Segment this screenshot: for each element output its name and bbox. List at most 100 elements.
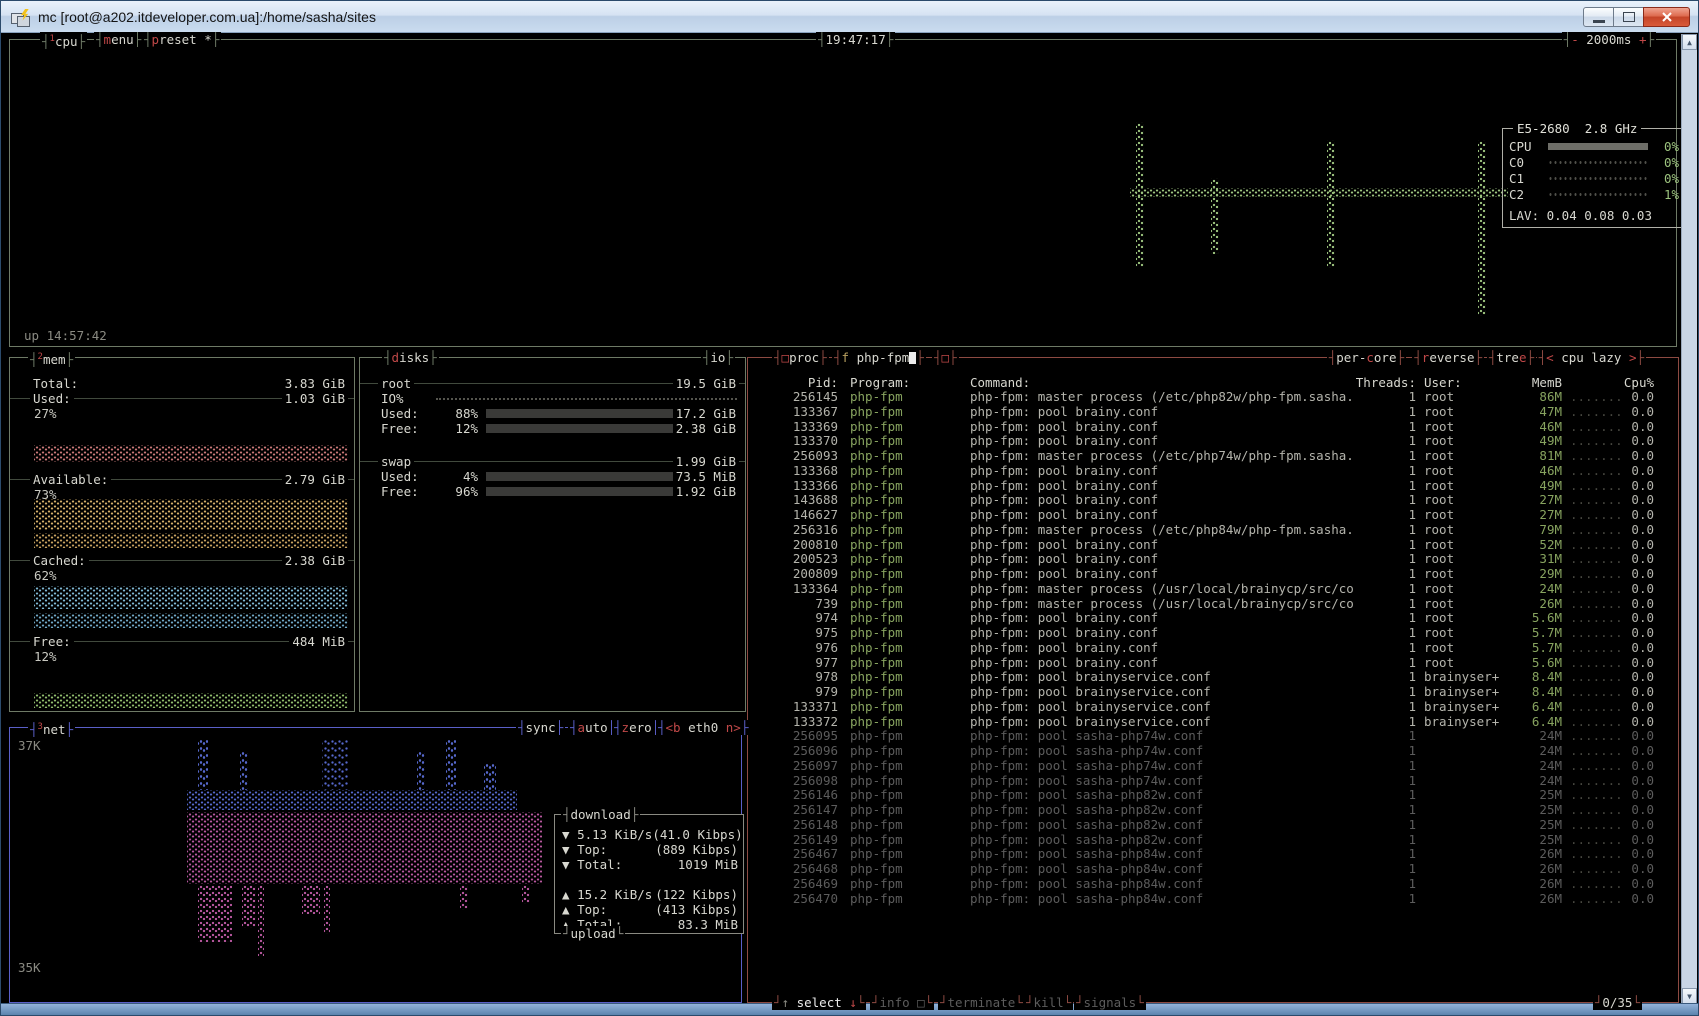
- per-core-toggle[interactable]: per-core: [1327, 350, 1406, 365]
- scroll-down-button[interactable]: ▼: [1682, 988, 1697, 1004]
- disk-root-size: 19.5 GiB: [673, 376, 739, 391]
- refresh-rate-control[interactable]: - 2000ms +: [1562, 32, 1656, 47]
- table-row[interactable]: 200810php-fpmphp-fpm: pool brainy.conf1r…: [754, 538, 1672, 553]
- cpu-graph-spike: [1136, 122, 1144, 267]
- table-row[interactable]: 978php-fpmphp-fpm: pool brainyservice.co…: [754, 670, 1672, 685]
- table-row[interactable]: 143688php-fpmphp-fpm: pool brainy.conf1r…: [754, 493, 1672, 508]
- table-row[interactable]: 133364php-fpmphp-fpm: master process (/u…: [754, 582, 1672, 597]
- putty-window: mc [root@a202.itdeveloper.com.ua]:/home/…: [0, 0, 1699, 1016]
- tab-disks[interactable]: disks: [382, 350, 439, 365]
- tab-io[interactable]: io: [701, 350, 735, 365]
- preset-button[interactable]: preset *: [142, 32, 221, 47]
- table-row[interactable]: 256097php-fpmphp-fpm: pool sasha-php74w.…: [754, 759, 1672, 774]
- down-arrow-icon: ▼: [1687, 992, 1692, 1001]
- table-row[interactable]: 133370php-fpmphp-fpm: pool brainy.conf1r…: [754, 434, 1672, 449]
- sort-selector[interactable]: < cpu lazy >: [1537, 350, 1646, 365]
- table-row[interactable]: 133368php-fpmphp-fpm: pool brainy.conf1r…: [754, 464, 1672, 479]
- title-bar[interactable]: mc [root@a202.itdeveloper.com.ua]:/home/…: [1, 1, 1698, 33]
- disk-swap-name: swap: [378, 454, 414, 469]
- reverse-toggle[interactable]: reverse: [1412, 350, 1484, 365]
- disk-swap-free-bar: [486, 487, 684, 496]
- table-row[interactable]: 739php-fpmphp-fpm: master process (/usr/…: [754, 597, 1672, 612]
- close-button[interactable]: [1643, 7, 1690, 27]
- scroll-up-button[interactable]: ▲: [1682, 34, 1697, 50]
- disk-swap-free-pct: 96%: [432, 484, 478, 499]
- terminal-area: 1cpu menu preset * 19:47:17 - 2000ms + E…: [2, 34, 1681, 1004]
- maximize-icon: [1623, 12, 1635, 22]
- table-row[interactable]: 146627php-fpmphp-fpm: pool brainy.conf1r…: [754, 508, 1672, 523]
- signals-action[interactable]: signals: [1074, 995, 1146, 1010]
- table-row[interactable]: 256093php-fpmphp-fpm: master process (/e…: [754, 449, 1672, 464]
- putty-icon: [11, 9, 31, 25]
- disk-root-free-value: 2.38 GiB: [673, 421, 739, 436]
- mem-cached-value: 2.38 GiB: [282, 553, 348, 568]
- table-row[interactable]: 256148php-fpmphp-fpm: pool sasha-php82w.…: [754, 818, 1672, 833]
- process-panel: □proc f php-fpm □ per-core reverse tree …: [747, 357, 1679, 1003]
- rate-decrease-button[interactable]: -: [1571, 32, 1579, 47]
- disk-root-used-bar: [486, 409, 684, 418]
- table-row[interactable]: 256096php-fpmphp-fpm: pool sasha-php74w.…: [754, 744, 1672, 759]
- table-row[interactable]: 975php-fpmphp-fpm: pool brainy.conf1root…: [754, 626, 1672, 641]
- table-row[interactable]: 256147php-fpmphp-fpm: pool sasha-php82w.…: [754, 803, 1672, 818]
- checkbox-icon[interactable]: □: [932, 350, 959, 365]
- tab-mem[interactable]: 2mem: [28, 350, 75, 367]
- table-row[interactable]: 976php-fpmphp-fpm: pool brainy.conf1root…: [754, 641, 1672, 656]
- disk-swap-used-bar: [486, 472, 684, 481]
- table-row[interactable]: 256470php-fpmphp-fpm: pool sasha-php84w.…: [754, 892, 1672, 907]
- tab-net[interactable]: 3net: [28, 720, 75, 737]
- disk-root-free-pct: 12%: [432, 421, 478, 436]
- core1-bar: [1548, 175, 1648, 182]
- disk-root-used-value: 17.2 GiB: [673, 406, 739, 421]
- table-row[interactable]: 256467php-fpmphp-fpm: pool sasha-php84w.…: [754, 847, 1672, 862]
- menu-button[interactable]: menu: [94, 32, 143, 47]
- disk-root-io-graph: [436, 398, 737, 400]
- table-row[interactable]: 256146php-fpmphp-fpm: pool sasha-php82w.…: [754, 788, 1672, 803]
- info-action[interactable]: info □: [870, 995, 934, 1010]
- process-table-header: Pid: Program: Command: Threads: User: Me…: [754, 375, 1672, 390]
- maximize-button[interactable]: [1613, 7, 1644, 27]
- table-row[interactable]: 200809php-fpmphp-fpm: pool brainy.conf1r…: [754, 567, 1672, 582]
- table-row[interactable]: 974php-fpmphp-fpm: pool brainy.conf1root…: [754, 611, 1672, 626]
- table-row[interactable]: 256468php-fpmphp-fpm: pool sasha-php84w.…: [754, 862, 1672, 877]
- table-row[interactable]: 200523php-fpmphp-fpm: pool brainy.conf1r…: [754, 552, 1672, 567]
- net-zero-toggle[interactable]: zero: [612, 720, 661, 735]
- table-row[interactable]: 256145php-fpmphp-fpm: master process (/e…: [754, 390, 1672, 405]
- down-arrow-icon: ↓: [849, 995, 857, 1010]
- table-row[interactable]: 977php-fpmphp-fpm: pool brainy.conf1root…: [754, 656, 1672, 671]
- table-row[interactable]: 256098php-fpmphp-fpm: pool sasha-php74w.…: [754, 774, 1672, 789]
- vertical-scrollbar[interactable]: ▲ ▼: [1681, 34, 1697, 1004]
- table-row[interactable]: 133372php-fpmphp-fpm: pool brainyservice…: [754, 715, 1672, 730]
- table-row[interactable]: 133371php-fpmphp-fpm: pool brainyservice…: [754, 700, 1672, 715]
- net-download-graph: [187, 790, 517, 810]
- process-filter-input[interactable]: f php-fpm: [832, 350, 926, 365]
- table-row[interactable]: 133367php-fpmphp-fpm: pool brainy.conf1r…: [754, 405, 1672, 420]
- tab-proc[interactable]: □proc: [772, 350, 829, 365]
- net-sync-toggle[interactable]: sync: [516, 720, 565, 735]
- net-download-spike: [417, 750, 425, 790]
- minimize-icon: [1593, 20, 1605, 23]
- mem-total-label: Total:: [30, 376, 81, 391]
- tree-toggle[interactable]: tree: [1487, 350, 1536, 365]
- table-row[interactable]: 133369php-fpmphp-fpm: pool brainy.conf1r…: [754, 420, 1672, 435]
- net-upload-spike: [242, 884, 256, 928]
- table-row[interactable]: 979php-fpmphp-fpm: pool brainyservice.co…: [754, 685, 1672, 700]
- table-row[interactable]: 133366php-fpmphp-fpm: pool brainy.conf1r…: [754, 479, 1672, 494]
- net-interface-selector[interactable]: <b eth0 n>: [656, 720, 750, 735]
- table-row[interactable]: 256316php-fpmphp-fpm: master process (/e…: [754, 523, 1672, 538]
- mem-used-graph: [34, 445, 348, 462]
- mem-cached-pct: 62%: [34, 568, 57, 583]
- net-upload-graph: [187, 812, 542, 884]
- select-action[interactable]: ↑ select ↓: [772, 995, 866, 1010]
- tab-cpu[interactable]: 1cpu: [40, 32, 87, 49]
- net-auto-toggle[interactable]: auto: [568, 720, 617, 735]
- minimize-button[interactable]: [1583, 7, 1614, 27]
- table-row[interactable]: 256149php-fpmphp-fpm: pool sasha-php82w.…: [754, 833, 1672, 848]
- rate-increase-button[interactable]: +: [1639, 32, 1647, 47]
- table-row[interactable]: 256095php-fpmphp-fpm: pool sasha-php74w.…: [754, 729, 1672, 744]
- terminate-action[interactable]: terminate: [938, 995, 1025, 1010]
- text-cursor: [909, 352, 916, 364]
- table-row[interactable]: 256469php-fpmphp-fpm: pool sasha-php84w.…: [754, 877, 1672, 892]
- process-table-body: 256145php-fpmphp-fpm: master process (/e…: [754, 390, 1672, 906]
- kill-action[interactable]: kill: [1024, 995, 1073, 1010]
- mem-free-value: 484 MiB: [289, 634, 348, 649]
